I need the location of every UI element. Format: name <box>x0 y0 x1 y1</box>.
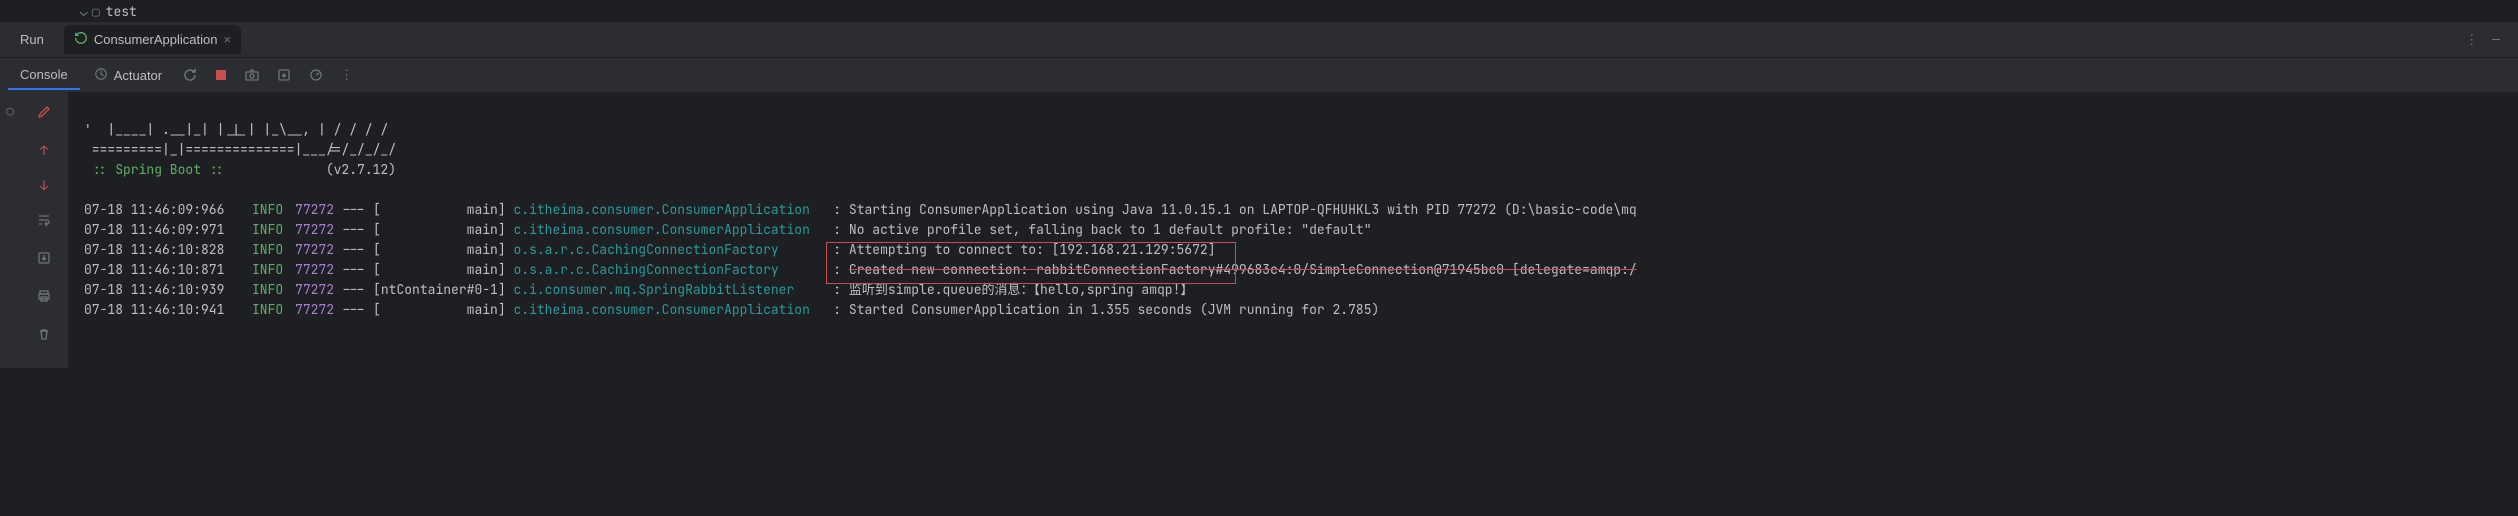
minimize-icon[interactable]: — <box>2492 31 2500 48</box>
folder-label: test <box>106 3 137 20</box>
scroll-end-icon[interactable] <box>32 246 56 274</box>
log-thread: main <box>381 301 498 318</box>
log-level: INFO <box>236 241 283 258</box>
log-message: Attempting to connect to: [192.168.21.12… <box>849 241 1216 258</box>
trash-icon[interactable] <box>32 322 56 350</box>
log-pid: 77272 <box>287 221 334 238</box>
actuator-icon <box>94 67 108 84</box>
log-pid: 77272 <box>287 201 334 218</box>
left-stripe: ○ <box>0 92 20 368</box>
log-timestamp: 07-18 11:46:10:941 <box>84 301 224 318</box>
wrap-icon[interactable] <box>32 208 56 236</box>
more-icon[interactable]: ⋮ <box>334 63 359 87</box>
log-message: No active profile set, falling back to 1… <box>849 221 1372 238</box>
console-output[interactable]: ' |____| .__|_| |_|_| |_\__, | / / / / =… <box>68 92 2518 368</box>
banner-line-2: =========|_|==============|___/=/_/_/_/ <box>84 141 396 158</box>
run-tool-window-label: Run <box>8 32 56 47</box>
console-toolbar: Console Actuator ⋮ <box>0 58 2518 92</box>
log-thread: main <box>381 201 498 218</box>
log-logger: o.s.a.r.c.CachingConnectionFactory <box>513 241 825 258</box>
stripe-dot-icon[interactable]: ○ <box>6 102 14 119</box>
log-level: INFO <box>236 221 283 238</box>
log-thread: main <box>381 261 498 278</box>
tool-window-tabs: Run ConsumerApplication × ⋮ — <box>0 22 2518 58</box>
print-icon[interactable] <box>32 284 56 312</box>
log-thread: main <box>381 241 498 258</box>
log-message: Started ConsumerApplication in 1.355 sec… <box>849 301 1379 318</box>
arrow-down-icon[interactable]: ↓ <box>36 173 52 198</box>
spring-version: (v2.7.12) <box>326 161 396 178</box>
banner-line-1: ' |____| .__|_| |_|_| |_\__, | / / / / <box>84 121 388 138</box>
log-pid: 77272 <box>287 241 334 258</box>
actuator-label: Actuator <box>114 68 162 83</box>
spring-boot-label: :: Spring Boot :: <box>84 161 224 178</box>
edit-icon[interactable] <box>32 100 56 128</box>
log-timestamp: 07-18 11:46:09:971 <box>84 221 224 238</box>
log-message: 监听到simple.queue的消息：【hello,spring amqp!】 <box>849 281 1194 298</box>
export-icon[interactable] <box>270 63 298 87</box>
log-level: INFO <box>236 301 283 318</box>
console-gutter: ↑ ↓ <box>20 92 68 368</box>
log-logger: c.itheima.consumer.ConsumerApplication <box>513 301 825 318</box>
log-level: INFO <box>236 261 283 278</box>
chevron-down-icon: ⌄ <box>80 3 88 20</box>
log-timestamp: 07-18 11:46:10:939 <box>84 281 224 298</box>
log-timestamp: 07-18 11:46:10:871 <box>84 261 224 278</box>
close-tab-icon[interactable]: × <box>223 32 231 47</box>
project-tree-row[interactable]: ⌄ ▢ test <box>0 0 2518 22</box>
folder-icon: ▢ <box>92 3 100 20</box>
log-thread: ntContainer#0-1 <box>381 281 498 298</box>
more-vert-icon[interactable]: ⋮ <box>2465 31 2478 48</box>
log-pid: 77272 <box>287 261 334 278</box>
restart-icon[interactable] <box>176 63 204 87</box>
log-logger: c.itheima.consumer.ConsumerApplication <box>513 221 825 238</box>
log-timestamp: 07-18 11:46:10:828 <box>84 241 224 258</box>
log-level: INFO <box>236 281 283 298</box>
stop-icon[interactable] <box>208 64 234 86</box>
run-config-name: ConsumerApplication <box>94 32 218 47</box>
log-logger: o.s.a.r.c.CachingConnectionFactory <box>513 261 825 278</box>
actuator-tab[interactable]: Actuator <box>84 61 172 90</box>
log-message: Starting ConsumerApplication using Java … <box>849 201 1637 218</box>
camera-icon[interactable] <box>238 63 266 87</box>
log-pid: 77272 <box>287 281 334 298</box>
log-logger: c.i.consumer.mq.SpringRabbitListener <box>513 281 825 298</box>
rerun-icon <box>74 31 88 48</box>
arrow-up-icon[interactable]: ↑ <box>36 138 52 163</box>
log-level: INFO <box>236 201 283 218</box>
console-tab[interactable]: Console <box>8 61 80 90</box>
profiler-icon[interactable] <box>302 63 330 87</box>
log-message: Created new connection: rabbitConnection… <box>849 261 1637 278</box>
log-logger: c.itheima.consumer.ConsumerApplication <box>513 201 825 218</box>
log-thread: main <box>381 221 498 238</box>
log-timestamp: 07-18 11:46:09:966 <box>84 201 224 218</box>
log-pid: 77272 <box>287 301 334 318</box>
run-config-tab[interactable]: ConsumerApplication × <box>64 25 241 54</box>
